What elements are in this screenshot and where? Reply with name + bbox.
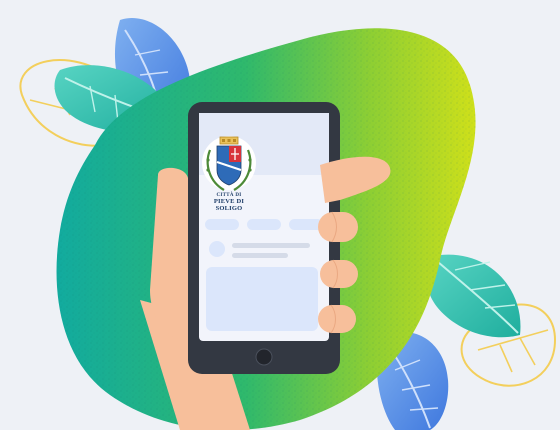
finger-2 — [320, 260, 358, 288]
screen-pill-3 — [289, 219, 323, 230]
screen-line-2 — [232, 253, 288, 258]
illustration-stage: CITTÀ DI PIEVE DI SOLIGO — [0, 0, 560, 430]
screen-avatar — [209, 241, 225, 257]
screen-card — [206, 267, 318, 331]
illustration-svg — [19, 18, 557, 430]
screen-pill-2 — [247, 219, 281, 230]
crest-icon — [202, 136, 256, 191]
leaf-bottom-teal — [426, 254, 521, 338]
finger-1 — [318, 212, 358, 242]
screen-line-1 — [232, 243, 310, 248]
screen-pill-1 — [205, 219, 239, 230]
crest-label-line2: PIEVE DI SOLIGO — [213, 198, 245, 212]
crest-label: CITTÀ DI PIEVE DI SOLIGO — [200, 193, 258, 212]
finger-3 — [318, 305, 356, 333]
home-button-icon — [255, 348, 273, 366]
